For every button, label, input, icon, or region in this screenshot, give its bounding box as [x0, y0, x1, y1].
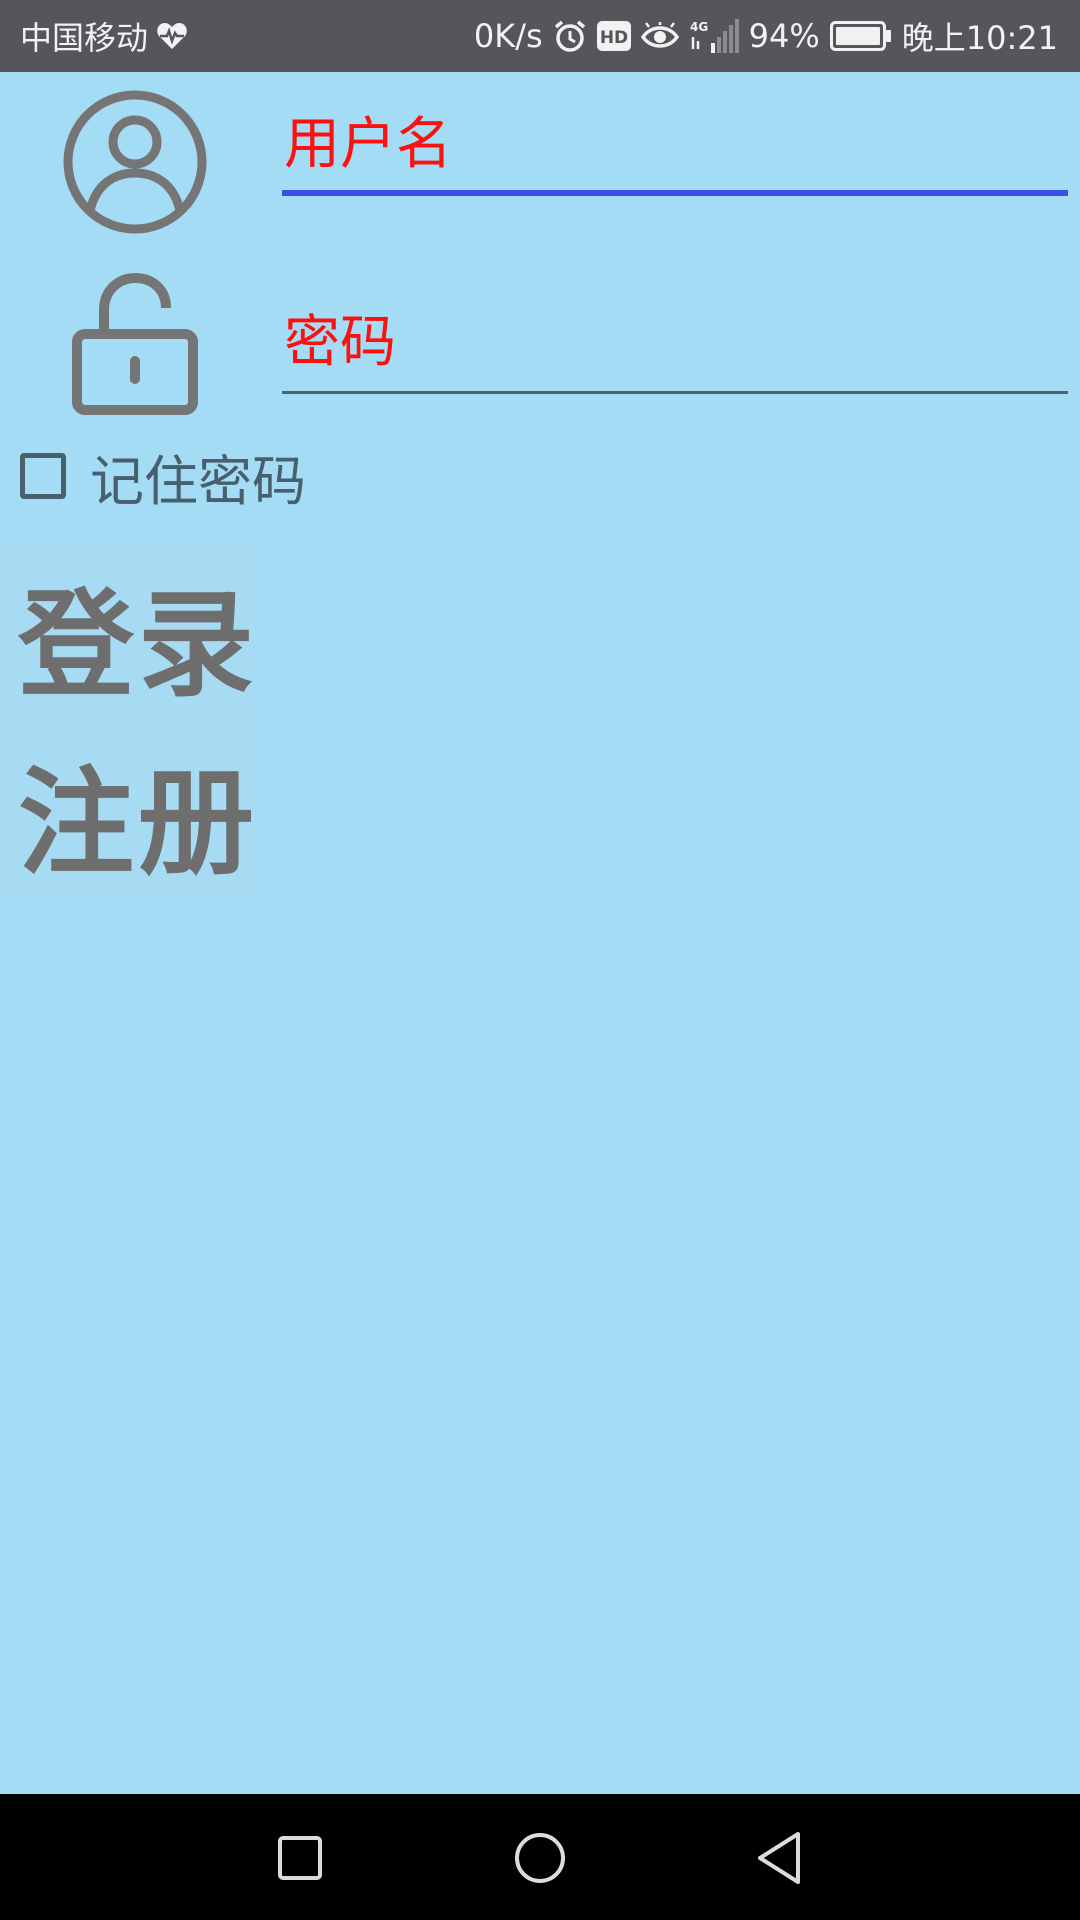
net-speed: 0K/s	[473, 17, 543, 55]
register-button[interactable]: 注册	[0, 724, 262, 902]
remember-label: 记住密码	[90, 449, 306, 513]
username-field[interactable]: 用户名	[282, 96, 1068, 196]
recent-apps-icon[interactable]	[264, 1822, 336, 1894]
clock: 晚上10:21	[901, 19, 1058, 57]
heartbeat-icon	[156, 21, 188, 51]
user-icon	[60, 87, 210, 237]
back-icon[interactable]	[744, 1822, 816, 1894]
login-screen: 中国移动 0K/s HD 4G 94% 晚上10:21 用户名 密码 记住密码 …	[0, 0, 1080, 1920]
hd-icon: HD	[596, 21, 631, 51]
status-bar: 中国移动 0K/s HD 4G 94% 晚上10:21	[0, 0, 1080, 72]
alarm-icon	[553, 19, 587, 53]
login-button[interactable]: 登录	[0, 546, 262, 724]
remember-password[interactable]: 记住密码	[20, 446, 306, 513]
battery-icon	[829, 21, 892, 51]
navigation-bar	[0, 1794, 1080, 1920]
password-underline	[282, 391, 1068, 394]
carrier-label: 中国移动	[20, 19, 149, 57]
username-input[interactable]: 用户名	[284, 99, 452, 180]
lock-icon	[60, 270, 210, 420]
remember-checkbox[interactable]	[20, 453, 66, 499]
svg-text:HD: HD	[599, 28, 627, 48]
home-icon[interactable]	[504, 1822, 576, 1894]
battery-percent: 94%	[748, 17, 820, 55]
signal-icon: 4G	[689, 19, 739, 53]
username-underline	[282, 190, 1068, 196]
password-field[interactable]: 密码	[282, 294, 1068, 394]
password-input[interactable]: 密码	[284, 297, 396, 378]
svg-text:4G: 4G	[690, 20, 708, 34]
eye-icon	[640, 22, 679, 50]
